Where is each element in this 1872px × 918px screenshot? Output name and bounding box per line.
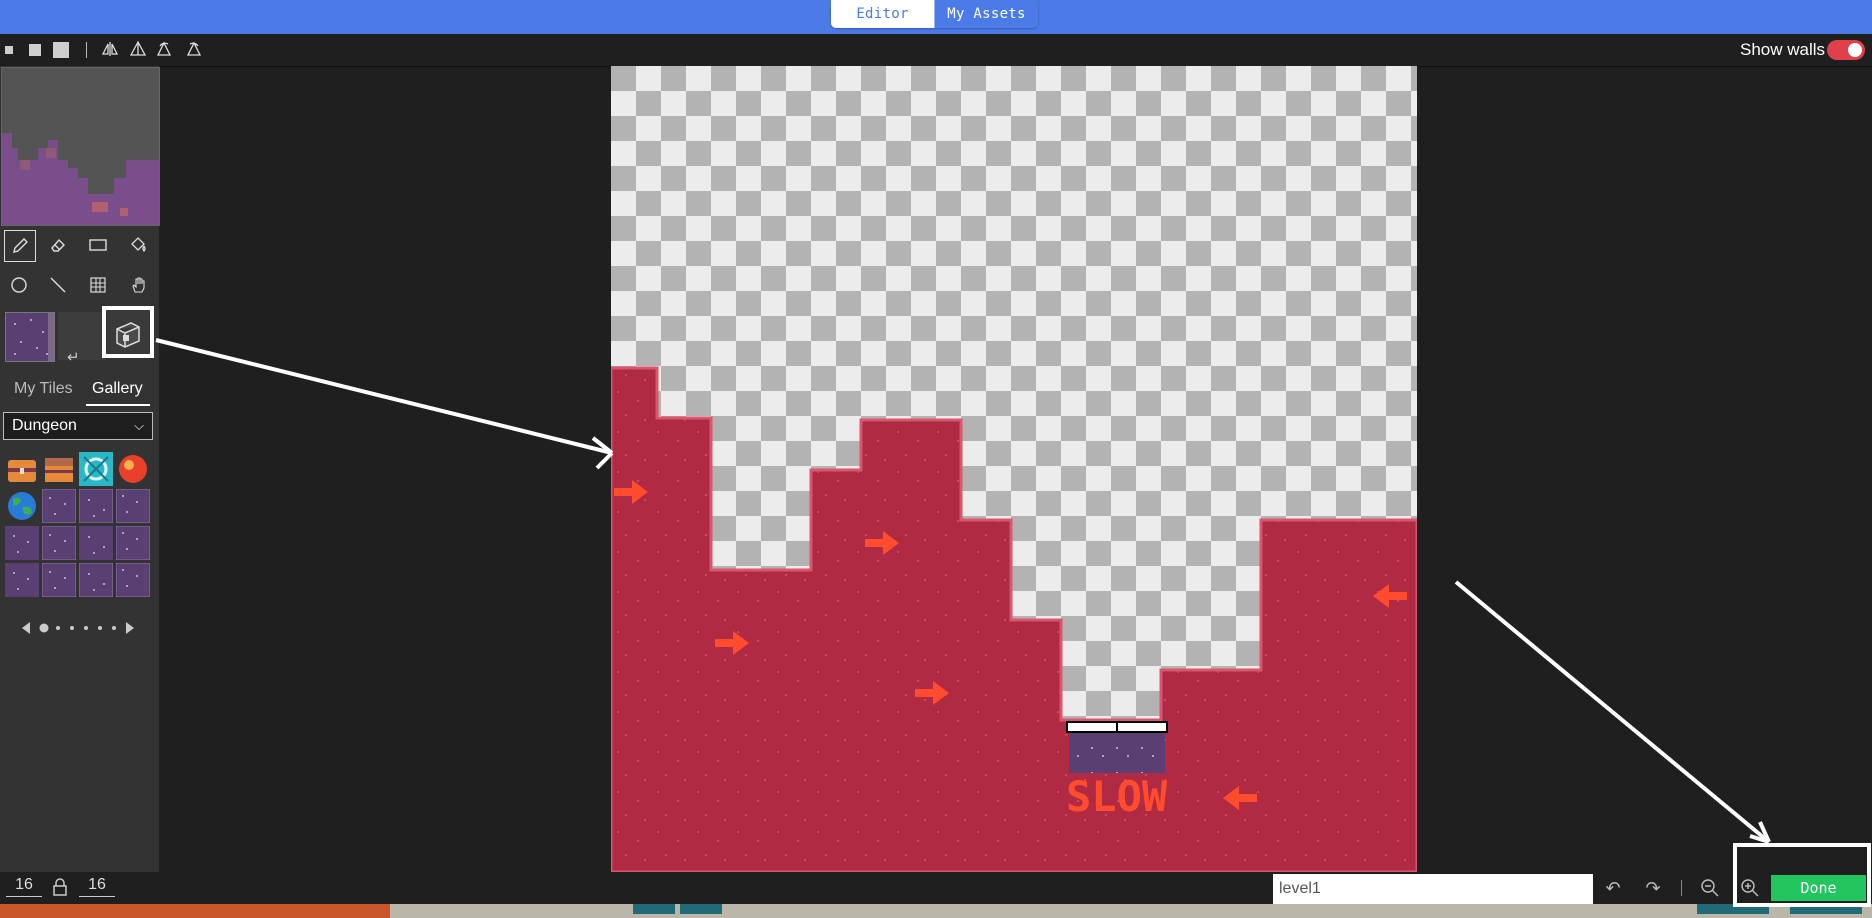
wall-block-icon	[116, 322, 140, 348]
eraser-tool[interactable]	[43, 230, 73, 260]
pencil-icon	[13, 238, 28, 253]
palette-pager	[22, 620, 142, 636]
page-dot-active[interactable]	[39, 623, 49, 633]
slow-label: SLOW	[1066, 772, 1168, 821]
page-dot[interactable]	[112, 626, 116, 630]
tile-dungeon-floor[interactable]	[42, 489, 76, 523]
wall-tool-button[interactable]	[102, 306, 154, 358]
next-page-icon[interactable]	[126, 622, 134, 634]
slow-zone-tiles	[1069, 733, 1165, 773]
prev-page-icon[interactable]	[22, 622, 30, 634]
tile-dungeon-floor[interactable]	[116, 563, 150, 597]
tile-dungeon-floor[interactable]	[79, 526, 113, 560]
active-tab-indicator	[86, 404, 150, 406]
swap-tiles-icon[interactable]: ↵	[67, 348, 80, 366]
show-walls-toggle[interactable]	[1827, 40, 1865, 60]
tile-portal[interactable]	[79, 452, 113, 486]
tile-dungeon-floor[interactable]	[42, 563, 76, 597]
tile-earth-globe[interactable]	[5, 489, 39, 523]
width-field[interactable]: 16	[6, 876, 42, 897]
page-dot[interactable]	[84, 626, 88, 630]
fill-bucket-icon	[131, 237, 146, 252]
background-strip	[0, 904, 1872, 918]
page-dot[interactable]	[56, 626, 60, 630]
annotation-arrow	[155, 338, 613, 455]
eraser-icon	[51, 238, 65, 252]
tile-source-tabs: My Tiles Gallery	[0, 378, 159, 406]
height-field[interactable]: 16	[79, 876, 115, 897]
tile-dungeon-floor[interactable]	[116, 489, 150, 523]
wall-segment	[1116, 721, 1168, 733]
annotation-arrow	[1454, 580, 1771, 844]
tile-chest-closed[interactable]	[5, 452, 39, 486]
lock-icon[interactable]	[53, 878, 67, 896]
level-minimap[interactable]	[1, 67, 160, 226]
rectangle-tool[interactable]	[83, 230, 113, 260]
tile-dungeon-floor[interactable]	[116, 526, 150, 560]
line-icon	[50, 277, 66, 293]
level-name-input[interactable]	[1273, 874, 1593, 904]
mode-tabs: Editor My Assets	[831, 0, 1038, 28]
redo-icon[interactable]: ↷	[1643, 878, 1663, 898]
done-button[interactable]: Done	[1771, 875, 1866, 901]
rectangle-icon	[89, 239, 107, 251]
flip-horizontal-icon[interactable]	[101, 40, 119, 58]
zoom-out-icon[interactable]	[1700, 878, 1720, 898]
tile-dungeon-floor[interactable]	[79, 489, 113, 523]
undo-icon[interactable]: ↶	[1603, 878, 1623, 898]
primary-tile-slot[interactable]	[5, 312, 55, 362]
tile-dungeon-floor[interactable]	[5, 526, 39, 560]
tile-dungeon-floor[interactable]	[79, 563, 113, 597]
level-canvas[interactable]: SLOW	[609, 66, 1419, 874]
pan-tool[interactable]	[124, 270, 154, 300]
brush-size-small[interactable]	[5, 46, 13, 54]
tile-dungeon-floor[interactable]	[42, 526, 76, 560]
brush-size-large[interactable]	[53, 42, 69, 58]
fill-tool[interactable]	[124, 230, 154, 260]
grid-select-icon	[90, 277, 106, 293]
show-walls-label: Show walls	[1740, 40, 1826, 59]
tileset-category-value: Dungeon	[12, 417, 77, 434]
line-tool[interactable]	[43, 270, 73, 300]
circle-icon	[11, 277, 27, 293]
tab-my-tiles[interactable]: My Tiles	[14, 380, 73, 398]
pencil-tool[interactable]	[4, 230, 36, 262]
tile-red-orb[interactable]	[116, 452, 150, 486]
select-tool[interactable]	[83, 270, 113, 300]
top-bar: Editor My Assets	[0, 0, 1872, 34]
tab-gallery[interactable]: Gallery	[92, 380, 143, 398]
bottom-divider	[1681, 880, 1682, 896]
secondary-tile-slot[interactable]	[58, 312, 106, 360]
wall-segment	[1066, 721, 1118, 733]
tile-dungeon-floor[interactable]	[5, 563, 39, 597]
toolbar	[0, 34, 1872, 67]
tile-chest-open[interactable]	[42, 452, 76, 486]
tab-my-assets[interactable]: My Assets	[934, 0, 1038, 28]
chevron-down-icon: ⌵	[134, 418, 144, 433]
tab-editor[interactable]: Editor	[831, 0, 934, 28]
page-dot[interactable]	[70, 626, 74, 630]
brush-size-medium[interactable]	[29, 44, 41, 56]
circle-tool[interactable]	[4, 270, 34, 300]
hand-icon	[132, 277, 145, 293]
rotate-left-icon[interactable]	[155, 40, 173, 58]
page-dot[interactable]	[98, 626, 102, 630]
rotate-right-icon[interactable]	[185, 40, 203, 58]
flip-vertical-icon[interactable]	[129, 40, 147, 58]
zoom-in-icon[interactable]	[1740, 878, 1760, 898]
toolbar-divider	[86, 42, 87, 58]
tileset-category-select[interactable]: Dungeon ⌵	[3, 412, 153, 440]
